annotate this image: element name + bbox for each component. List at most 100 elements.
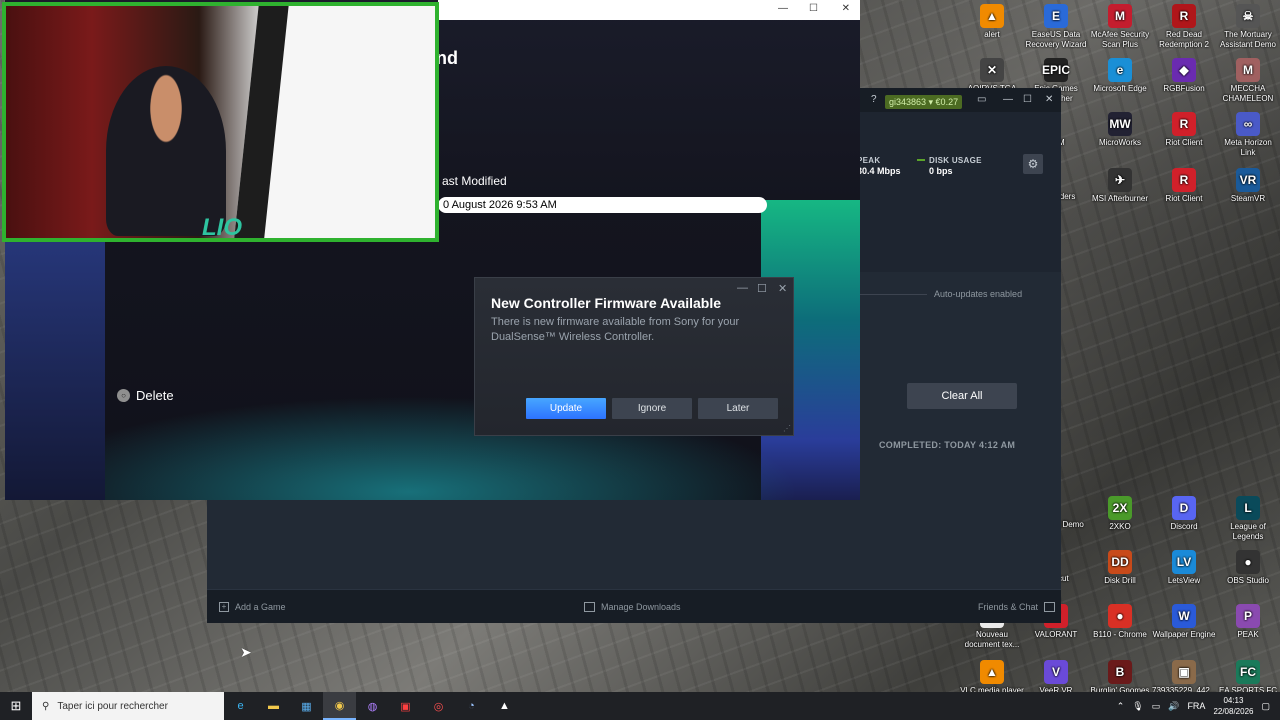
- notification-icon[interactable]: ▢: [1261, 701, 1270, 712]
- last-modified-value: 0 August 2026 9:53 AM: [438, 197, 767, 213]
- last-modified-label: ast Modified: [442, 174, 507, 188]
- desktop-icon[interactable]: R Red Dead Redemption 2: [1152, 4, 1216, 50]
- desktop-icon-label: SteamVR: [1230, 194, 1266, 203]
- minimize-icon[interactable]: —: [737, 282, 748, 294]
- app-icon: 2X: [1108, 496, 1132, 520]
- monitor-icon[interactable]: ▭: [977, 94, 986, 105]
- clock[interactable]: 04:13 22/08/2026: [1213, 695, 1253, 717]
- desktop-icon-label: Meta Horizon Link: [1224, 138, 1272, 157]
- desktop-icon[interactable]: LV LetsView: [1152, 550, 1216, 586]
- close-icon[interactable]: ✕: [778, 282, 787, 295]
- recorder-taskbar-icon[interactable]: ▣: [389, 692, 422, 720]
- file-explorer-icon[interactable]: ▬: [257, 692, 290, 720]
- manage-downloads-label: Manage Downloads: [601, 601, 681, 612]
- discord-taskbar-icon[interactable]: ◍: [356, 692, 389, 720]
- delete-button[interactable]: ○ Delete: [117, 388, 174, 403]
- app-icon: ▲: [980, 4, 1004, 28]
- desktop-icon[interactable]: V VeeR VR: [1024, 660, 1088, 696]
- disk-legend-swatch: [917, 159, 925, 161]
- maximize-icon[interactable]: ☐: [757, 282, 767, 295]
- close-icon[interactable]: ✕: [1045, 94, 1053, 105]
- desktop-icon-label: LetsView: [1167, 576, 1201, 585]
- maximize-icon[interactable]: ☐: [1023, 94, 1032, 105]
- app-icon: LV: [1172, 550, 1196, 574]
- ignore-button[interactable]: Ignore: [612, 398, 692, 419]
- desktop-icon-label: Disk Drill: [1104, 576, 1136, 585]
- search-placeholder: Taper ici pour rechercher: [57, 700, 168, 712]
- chevron-up-icon[interactable]: ⌃: [1117, 701, 1125, 712]
- minimize-icon[interactable]: —: [1003, 94, 1013, 105]
- date: 22/08/2026: [1213, 707, 1254, 716]
- language-indicator[interactable]: FRA: [1187, 701, 1205, 711]
- desktop-icon[interactable]: ● OBS Studio: [1216, 550, 1280, 586]
- desktop-icon[interactable]: E EaseUS Data Recovery Wizard: [1024, 4, 1088, 50]
- app-icon: ●: [1108, 604, 1132, 628]
- app-taskbar-icon[interactable]: ▲: [488, 692, 521, 720]
- desktop-icon[interactable]: D Discord: [1152, 496, 1216, 532]
- volume-icon[interactable]: 🔊: [1168, 701, 1179, 712]
- app-icon: W: [1172, 604, 1196, 628]
- completed-label: COMPLETED: TODAY 4:12 AM: [879, 440, 1016, 450]
- desktop-icon-label: t Demo: [1058, 520, 1084, 529]
- dialog-title: New Controller Firmware Available: [491, 295, 722, 311]
- add-game-button[interactable]: + Add a Game: [219, 601, 286, 612]
- desktop-icon[interactable]: R Riot Client: [1152, 168, 1216, 204]
- maximize-icon[interactable]: ☐: [809, 3, 818, 14]
- desktop-icon[interactable]: P PEAK: [1216, 604, 1280, 640]
- chrome-taskbar-icon[interactable]: ◉: [323, 692, 356, 720]
- desktop-icon-label: Microsoft Edge: [1093, 84, 1147, 93]
- circle-button-icon: ○: [117, 389, 130, 402]
- app-icon: M: [1108, 4, 1132, 28]
- desktop-icon[interactable]: L League of Legends: [1216, 496, 1280, 542]
- riot-taskbar-icon[interactable]: ◎: [422, 692, 455, 720]
- desktop-icon-label: OBS Studio: [1227, 576, 1269, 585]
- desktop-icon[interactable]: e Microsoft Edge: [1088, 58, 1152, 94]
- webcam-tag: LIO: [202, 214, 242, 241]
- desktop-icon[interactable]: W Wallpaper Engine: [1152, 604, 1216, 640]
- manage-downloads-button[interactable]: Manage Downloads: [584, 601, 681, 612]
- desktop-icon[interactable]: M MECCHA CHAMELEON: [1216, 58, 1280, 104]
- desktop-icon-label: MSI Afterburner: [1091, 194, 1149, 203]
- account-badge[interactable]: gi343863 ▾ €0.27: [885, 95, 963, 109]
- desktop-icon[interactable]: DD Disk Drill: [1088, 550, 1152, 586]
- desktop-icon[interactable]: ▲ VLC media player: [960, 660, 1024, 696]
- edge-taskbar-icon[interactable]: e: [224, 692, 257, 720]
- desktop-icon-label: 2XKO: [1109, 522, 1131, 531]
- curtain: [233, 6, 435, 238]
- resize-grip-icon[interactable]: ⋰: [783, 424, 791, 433]
- desktop-icon[interactable]: ● B110 - Chrome: [1088, 604, 1152, 640]
- peak-value: 30.4 Mbps: [857, 166, 901, 176]
- steam-taskbar-icon[interactable]: ◔: [455, 692, 488, 720]
- later-button[interactable]: Later: [698, 398, 778, 419]
- desktop-icon[interactable]: R Riot Client: [1152, 112, 1216, 148]
- desktop-icon[interactable]: ▲ alert: [960, 4, 1024, 40]
- desktop-icon[interactable]: M McAfee Security Scan Plus: [1088, 4, 1152, 50]
- microphone-icon[interactable]: 🎙: [1132, 701, 1143, 712]
- update-button[interactable]: Update: [526, 398, 606, 419]
- desktop-icon[interactable]: ✈ MSI Afterburner: [1088, 168, 1152, 204]
- desktop-icon[interactable]: ☠ The Mortuary Assistant Demo: [1216, 4, 1280, 50]
- windows-start-icon[interactable]: ⊞: [0, 692, 32, 720]
- clear-all-button[interactable]: Clear All: [907, 383, 1017, 409]
- desktop-icon[interactable]: ▣ 739335229_442...: [1152, 660, 1217, 696]
- friends-chat-button[interactable]: Friends & Chat: [978, 601, 1056, 612]
- chat-icon: [1044, 601, 1056, 612]
- network-icon[interactable]: ▭: [1152, 701, 1161, 712]
- store-icon[interactable]: ▦: [290, 692, 323, 720]
- desktop-icon[interactable]: VR SteamVR: [1216, 168, 1280, 204]
- gear-icon[interactable]: ⚙: [1023, 154, 1043, 174]
- desktop-icon-label: alert: [984, 30, 1000, 39]
- close-icon[interactable]: ✕: [842, 3, 850, 14]
- gradient-decoration: [5, 240, 105, 500]
- desktop-icon[interactable]: ∞ Meta Horizon Link: [1216, 112, 1280, 158]
- desktop-icon[interactable]: 2X 2XKO: [1088, 496, 1152, 532]
- search-box[interactable]: ⚲ Taper ici pour rechercher: [32, 692, 224, 720]
- minimize-icon[interactable]: —: [778, 3, 788, 14]
- desktop-icon-label: RGBFusion: [1163, 84, 1205, 93]
- desktop-icon[interactable]: ◆ RGBFusion: [1152, 58, 1216, 94]
- desktop-icon-label: iders: [1058, 192, 1076, 201]
- desktop-icon[interactable]: B Burglin' Gnomes: [1088, 660, 1152, 696]
- app-icon: E: [1044, 4, 1068, 28]
- help-button[interactable]: ?: [871, 94, 877, 105]
- desktop-icon[interactable]: MW MicroWorks: [1088, 112, 1152, 148]
